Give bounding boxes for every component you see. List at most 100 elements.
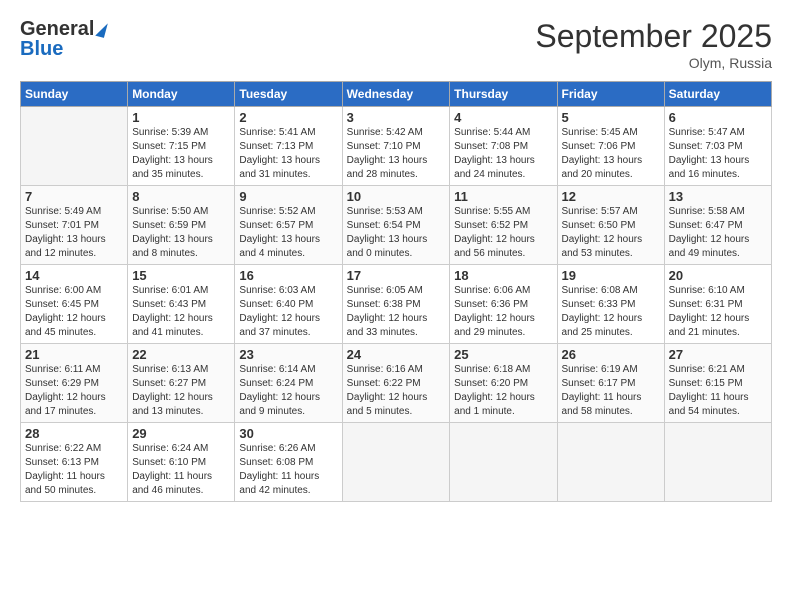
table-row: 8Sunrise: 5:50 AM Sunset: 6:59 PM Daylig… — [128, 186, 235, 265]
table-row: 14Sunrise: 6:00 AM Sunset: 6:45 PM Dayli… — [21, 265, 128, 344]
day-info: Sunrise: 6:14 AM Sunset: 6:24 PM Dayligh… — [239, 363, 337, 419]
day-number: 3 — [347, 110, 446, 125]
day-info: Sunrise: 5:45 AM Sunset: 7:06 PM Dayligh… — [562, 126, 660, 182]
day-number: 4 — [454, 110, 552, 125]
table-row: 18Sunrise: 6:06 AM Sunset: 6:36 PM Dayli… — [450, 265, 557, 344]
day-info: Sunrise: 5:39 AM Sunset: 7:15 PM Dayligh… — [132, 126, 230, 182]
col-wednesday: Wednesday — [342, 82, 450, 107]
day-info: Sunrise: 6:18 AM Sunset: 6:20 PM Dayligh… — [454, 363, 552, 419]
table-row: 25Sunrise: 6:18 AM Sunset: 6:20 PM Dayli… — [450, 344, 557, 423]
day-info: Sunrise: 6:03 AM Sunset: 6:40 PM Dayligh… — [239, 284, 337, 340]
table-row — [342, 423, 450, 502]
day-info: Sunrise: 6:13 AM Sunset: 6:27 PM Dayligh… — [132, 363, 230, 419]
table-row — [450, 423, 557, 502]
day-number: 16 — [239, 268, 337, 283]
header: General Blue September 2025 Olym, Russia — [20, 18, 772, 71]
day-number: 25 — [454, 347, 552, 362]
day-info: Sunrise: 5:44 AM Sunset: 7:08 PM Dayligh… — [454, 126, 552, 182]
table-row — [664, 423, 771, 502]
day-info: Sunrise: 6:21 AM Sunset: 6:15 PM Dayligh… — [669, 363, 767, 419]
day-number: 19 — [562, 268, 660, 283]
table-row: 7Sunrise: 5:49 AM Sunset: 7:01 PM Daylig… — [21, 186, 128, 265]
table-row: 10Sunrise: 5:53 AM Sunset: 6:54 PM Dayli… — [342, 186, 450, 265]
table-row: 27Sunrise: 6:21 AM Sunset: 6:15 PM Dayli… — [664, 344, 771, 423]
table-row: 2Sunrise: 5:41 AM Sunset: 7:13 PM Daylig… — [235, 107, 342, 186]
day-info: Sunrise: 5:52 AM Sunset: 6:57 PM Dayligh… — [239, 205, 337, 261]
month-title: September 2025 — [535, 18, 772, 55]
table-row: 5Sunrise: 5:45 AM Sunset: 7:06 PM Daylig… — [557, 107, 664, 186]
day-number: 28 — [25, 426, 123, 441]
day-number: 15 — [132, 268, 230, 283]
logo-icon — [96, 21, 109, 38]
table-row: 13Sunrise: 5:58 AM Sunset: 6:47 PM Dayli… — [664, 186, 771, 265]
day-info: Sunrise: 6:19 AM Sunset: 6:17 PM Dayligh… — [562, 363, 660, 419]
table-row: 29Sunrise: 6:24 AM Sunset: 6:10 PM Dayli… — [128, 423, 235, 502]
day-number: 7 — [25, 189, 123, 204]
day-number: 29 — [132, 426, 230, 441]
table-row: 15Sunrise: 6:01 AM Sunset: 6:43 PM Dayli… — [128, 265, 235, 344]
day-number: 8 — [132, 189, 230, 204]
calendar-table: Sunday Monday Tuesday Wednesday Thursday… — [20, 81, 772, 502]
day-number: 10 — [347, 189, 446, 204]
day-number: 24 — [347, 347, 446, 362]
day-info: Sunrise: 5:42 AM Sunset: 7:10 PM Dayligh… — [347, 126, 446, 182]
day-info: Sunrise: 6:24 AM Sunset: 6:10 PM Dayligh… — [132, 442, 230, 498]
day-info: Sunrise: 5:41 AM Sunset: 7:13 PM Dayligh… — [239, 126, 337, 182]
calendar-week-row: 14Sunrise: 6:00 AM Sunset: 6:45 PM Dayli… — [21, 265, 772, 344]
day-number: 9 — [239, 189, 337, 204]
table-row: 3Sunrise: 5:42 AM Sunset: 7:10 PM Daylig… — [342, 107, 450, 186]
col-friday: Friday — [557, 82, 664, 107]
table-row — [557, 423, 664, 502]
page: General Blue September 2025 Olym, Russia… — [0, 0, 792, 612]
day-info: Sunrise: 6:10 AM Sunset: 6:31 PM Dayligh… — [669, 284, 767, 340]
day-number: 6 — [669, 110, 767, 125]
day-number: 2 — [239, 110, 337, 125]
calendar-week-row: 28Sunrise: 6:22 AM Sunset: 6:13 PM Dayli… — [21, 423, 772, 502]
table-row: 12Sunrise: 5:57 AM Sunset: 6:50 PM Dayli… — [557, 186, 664, 265]
day-number: 20 — [669, 268, 767, 283]
col-thursday: Thursday — [450, 82, 557, 107]
day-info: Sunrise: 6:11 AM Sunset: 6:29 PM Dayligh… — [25, 363, 123, 419]
table-row: 9Sunrise: 5:52 AM Sunset: 6:57 PM Daylig… — [235, 186, 342, 265]
logo: General Blue — [20, 18, 106, 60]
table-row: 24Sunrise: 6:16 AM Sunset: 6:22 PM Dayli… — [342, 344, 450, 423]
logo-general-part: General — [20, 18, 94, 40]
calendar-week-row: 1Sunrise: 5:39 AM Sunset: 7:15 PM Daylig… — [21, 107, 772, 186]
calendar-header-row: Sunday Monday Tuesday Wednesday Thursday… — [21, 82, 772, 107]
table-row: 1Sunrise: 5:39 AM Sunset: 7:15 PM Daylig… — [128, 107, 235, 186]
day-number: 18 — [454, 268, 552, 283]
table-row: 20Sunrise: 6:10 AM Sunset: 6:31 PM Dayli… — [664, 265, 771, 344]
location: Olym, Russia — [535, 55, 772, 71]
day-info: Sunrise: 6:06 AM Sunset: 6:36 PM Dayligh… — [454, 284, 552, 340]
day-info: Sunrise: 5:47 AM Sunset: 7:03 PM Dayligh… — [669, 126, 767, 182]
day-number: 26 — [562, 347, 660, 362]
day-info: Sunrise: 5:58 AM Sunset: 6:47 PM Dayligh… — [669, 205, 767, 261]
day-number: 30 — [239, 426, 337, 441]
table-row: 22Sunrise: 6:13 AM Sunset: 6:27 PM Dayli… — [128, 344, 235, 423]
table-row: 11Sunrise: 5:55 AM Sunset: 6:52 PM Dayli… — [450, 186, 557, 265]
table-row — [21, 107, 128, 186]
day-info: Sunrise: 6:05 AM Sunset: 6:38 PM Dayligh… — [347, 284, 446, 340]
day-info: Sunrise: 6:08 AM Sunset: 6:33 PM Dayligh… — [562, 284, 660, 340]
day-info: Sunrise: 6:22 AM Sunset: 6:13 PM Dayligh… — [25, 442, 123, 498]
day-info: Sunrise: 5:49 AM Sunset: 7:01 PM Dayligh… — [25, 205, 123, 261]
table-row: 16Sunrise: 6:03 AM Sunset: 6:40 PM Dayli… — [235, 265, 342, 344]
day-number: 22 — [132, 347, 230, 362]
calendar-week-row: 7Sunrise: 5:49 AM Sunset: 7:01 PM Daylig… — [21, 186, 772, 265]
day-info: Sunrise: 5:57 AM Sunset: 6:50 PM Dayligh… — [562, 205, 660, 261]
day-info: Sunrise: 5:50 AM Sunset: 6:59 PM Dayligh… — [132, 205, 230, 261]
day-number: 12 — [562, 189, 660, 204]
table-row: 6Sunrise: 5:47 AM Sunset: 7:03 PM Daylig… — [664, 107, 771, 186]
day-info: Sunrise: 6:16 AM Sunset: 6:22 PM Dayligh… — [347, 363, 446, 419]
calendar-week-row: 21Sunrise: 6:11 AM Sunset: 6:29 PM Dayli… — [21, 344, 772, 423]
day-info: Sunrise: 6:00 AM Sunset: 6:45 PM Dayligh… — [25, 284, 123, 340]
day-number: 13 — [669, 189, 767, 204]
logo-blue-part: Blue — [20, 38, 106, 60]
day-number: 27 — [669, 347, 767, 362]
table-row: 17Sunrise: 6:05 AM Sunset: 6:38 PM Dayli… — [342, 265, 450, 344]
table-row: 23Sunrise: 6:14 AM Sunset: 6:24 PM Dayli… — [235, 344, 342, 423]
day-number: 14 — [25, 268, 123, 283]
day-number: 23 — [239, 347, 337, 362]
col-monday: Monday — [128, 82, 235, 107]
col-tuesday: Tuesday — [235, 82, 342, 107]
